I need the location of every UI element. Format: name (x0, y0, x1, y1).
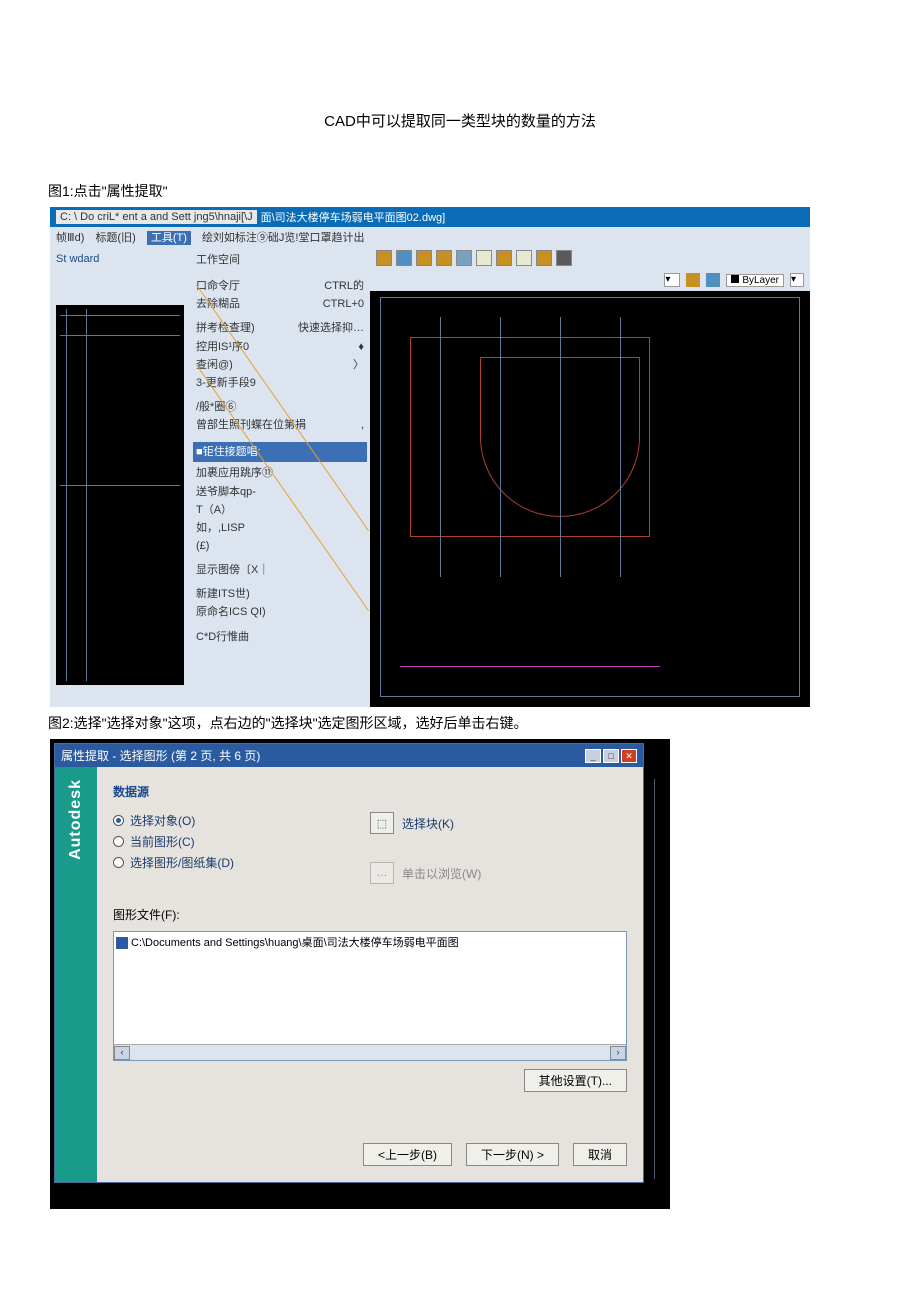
toolbar-icon[interactable] (556, 250, 572, 266)
menu-item[interactable]: 帧Ⅲd) (56, 232, 84, 244)
menu-item[interactable]: 原命名ICS QI) (196, 603, 364, 621)
figure1-caption: 图1:点击"属性提取" (48, 181, 900, 201)
menu-item[interactable]: 加裹应用跳序⑪ (196, 464, 364, 482)
autocad-menubar[interactable]: 帧Ⅲd) 标题(旧) 工具(T) 绘刘如标注⑨础J览!堂口罩趋计出 (50, 227, 810, 247)
data-source-label: 数据源 (113, 783, 627, 800)
menu-item[interactable]: (£) (196, 537, 364, 555)
menu-item-tools[interactable]: 工具(T) (147, 231, 191, 245)
browse-icon-button[interactable]: … (370, 862, 394, 884)
menu-attribute-extract[interactable]: ■钜住接题唱: (193, 442, 367, 462)
radio-current-drawing[interactable]: 当前图形(C) (113, 833, 370, 850)
toolbar-icon[interactable] (476, 250, 492, 266)
select-block-label: 选择块(K) (402, 815, 454, 832)
menu-item[interactable]: 控用IS¹序0 (196, 338, 249, 356)
toolbar-icon[interactable] (496, 250, 512, 266)
menu-item[interactable]: 新建ITS世) (196, 585, 364, 603)
cancel-button[interactable]: 取消 (573, 1143, 627, 1166)
menu-item[interactable]: 如，,LISP (196, 519, 364, 537)
browse-label: 单击以浏览(W) (402, 865, 481, 882)
radio-icon[interactable] (113, 836, 124, 847)
menu-qselect[interactable]: 快速选择抑… (298, 319, 364, 337)
background-drawing (640, 739, 670, 1209)
list-item[interactable]: C:\Documents and Settings\huang\桌面\司法大楼停… (116, 934, 624, 950)
shortcut: CTRL+0 (323, 295, 364, 313)
titlebar-path: C: \ Do criL* ent a and Sett jng5\hnaji[… (56, 210, 257, 224)
dialog-title: 属性提取 - 选择图形 (第 2 页, 共 6 页) (61, 747, 260, 764)
menu-item[interactable]: T（A） (196, 501, 364, 519)
prev-button[interactable]: <上一步(B) (363, 1143, 452, 1166)
toolbar-top[interactable] (370, 247, 810, 269)
toolbar-icon[interactable] (456, 250, 472, 266)
horizontal-scrollbar[interactable]: ‹ › (114, 1044, 626, 1060)
drawing-files-list[interactable]: C:\Documents and Settings\huang\桌面\司法大楼停… (113, 931, 627, 1061)
scroll-left-icon[interactable]: ‹ (114, 1046, 130, 1060)
dialog-titlebar[interactable]: 属性提取 - 选择图形 (第 2 页, 共 6 页) _ □ ✕ (55, 744, 643, 767)
other-settings-button[interactable]: 其他设置(T)... (524, 1069, 627, 1092)
toolbar-icon[interactable] (396, 250, 412, 266)
dropdown-icon[interactable]: ▾ (790, 273, 804, 287)
dwg-file-icon (116, 937, 128, 949)
shortcut: CTRL的 (324, 277, 364, 295)
figure2-dialog-screenshot: 属性提取 - 选择图形 (第 2 页, 共 6 页) _ □ ✕ Autodes… (50, 739, 670, 1209)
toolbar-icon[interactable] (376, 250, 392, 266)
maximize-icon[interactable]: □ (603, 749, 619, 763)
figure1-autocad-window: C: \ Do criL* ent a and Sett jng5\hnaji[… (50, 207, 810, 707)
menu-workspace[interactable]: 工作空间 (196, 251, 240, 269)
scroll-right-icon[interactable]: › (610, 1046, 626, 1060)
autodesk-brand: Autodesk (67, 779, 85, 860)
minimize-icon[interactable]: _ (585, 749, 601, 763)
standard-label: St wdard (56, 253, 184, 265)
toolbar-icon[interactable] (686, 273, 700, 287)
titlebar-filename: 面\司法大楼停车场弱电平面图02.dwg] (261, 209, 446, 225)
autodesk-sidebar: Autodesk (55, 767, 97, 1182)
toolbar-icon[interactable] (416, 250, 432, 266)
floor-plan-drawing (380, 297, 800, 697)
menu-item[interactable]: 标题(旧) (95, 232, 135, 244)
layer-dropdown[interactable]: ▾ (664, 273, 680, 287)
toolbar-icon[interactable] (516, 250, 532, 266)
radio-select-objects[interactable]: 选择对象(O) (113, 812, 370, 829)
document-title: CAD中可以提取同一类型块的数量的方法 (20, 110, 900, 131)
drawing-files-label: 图形文件(F): (113, 906, 627, 923)
menu-item[interactable]: C*D行惟曲 (196, 628, 364, 646)
autocad-titlebar: C: \ Do criL* ent a and Sett jng5\hnaji[… (50, 207, 810, 227)
radio-icon[interactable] (113, 815, 124, 826)
toolbar-icon[interactable] (706, 273, 720, 287)
radio-sheet-set[interactable]: 选择图形/图纸集(D) (113, 854, 370, 871)
attribute-extract-dialog: 属性提取 - 选择图形 (第 2 页, 共 6 页) _ □ ✕ Autodes… (54, 743, 644, 1183)
toolbar-layer[interactable]: ▾ ByLayer ▾ (370, 269, 810, 291)
radio-icon[interactable] (113, 857, 124, 868)
menu-item[interactable]: 3-更新手段9 (196, 374, 364, 392)
bylayer-combo[interactable]: ByLayer (726, 274, 784, 287)
menu-cmd[interactable]: 去除糊品 (196, 295, 240, 313)
menu-item[interactable]: 绘刘如标注⑨础J览!堂口罩趋计出 (202, 232, 365, 244)
toolbar-icon[interactable] (436, 250, 452, 266)
next-button[interactable]: 下一步(N) > (466, 1143, 559, 1166)
select-block-icon-button[interactable]: ⬚ (370, 812, 394, 834)
toolbar-icon[interactable] (536, 250, 552, 266)
drawing-canvas[interactable]: ▾ ByLayer ▾ (370, 247, 810, 707)
close-icon[interactable]: ✕ (621, 749, 637, 763)
left-panel: St wdard (50, 247, 190, 707)
figure2-caption: 图2:选择"选择对象"这项，点右边的"选择块"选定图形区域，选好后单击右键。 (48, 713, 900, 733)
menu-spell[interactable]: 拼考检查理) (196, 319, 255, 337)
